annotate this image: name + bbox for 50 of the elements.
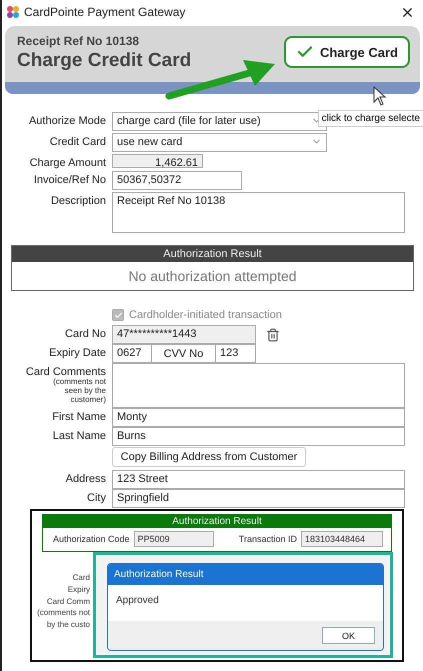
field-label: Card Comm — [46, 598, 90, 606]
trash-icon[interactable] — [266, 328, 280, 342]
window-title: CardPointe Payment Gateway — [24, 5, 186, 19]
field-label: Expiry Date — [48, 346, 106, 359]
auth-code-field: PP5009 — [134, 531, 214, 547]
transaction-id-field: 183103448464 — [301, 531, 383, 547]
field-label: Card No — [64, 327, 106, 340]
field-label: First Name — [51, 410, 106, 423]
card-number-field: 47**********1443 — [112, 325, 256, 344]
input-field[interactable]: 123 — [215, 344, 256, 363]
text-area[interactable]: Receipt Ref No 10138 — [112, 192, 405, 233]
field-label: Address — [64, 472, 106, 485]
receipt-subtitle: Receipt Ref No 10138 — [17, 34, 140, 48]
field-label: Last Name — [52, 429, 106, 442]
dialog-message: Approved — [115, 594, 160, 608]
field-label: Authorize Mode — [28, 114, 106, 127]
cursor-icon — [373, 86, 387, 106]
page-title: Charge Credit Card — [17, 50, 192, 72]
result-message: No authorization attempted — [127, 267, 298, 286]
input-field[interactable]: 123 Street — [112, 470, 405, 489]
result-header: Authorization Result — [12, 246, 413, 262]
field-label: by the custo — [46, 621, 90, 630]
field-label: Description — [50, 194, 106, 207]
field-label: (comments not — [37, 609, 90, 618]
checkbox-label: Cardholder-initiated transaction — [129, 309, 282, 321]
field-label: Invoice/Ref No — [32, 173, 106, 186]
input-field[interactable]: Monty — [112, 408, 405, 427]
dialog-title: Authorization Result — [108, 564, 383, 585]
field-label: Transaction ID — [238, 534, 297, 544]
input-field[interactable]: Springfield — [112, 489, 405, 508]
charge-card-button[interactable]: Charge Card — [284, 36, 410, 68]
logo-icon — [6, 5, 20, 19]
field-label: Card Comments — [24, 365, 106, 378]
tooltip: click to charge selecte — [318, 110, 423, 127]
check-icon — [114, 310, 122, 320]
field-label: Charge Amount — [28, 156, 106, 169]
dropdown-field[interactable]: use new card — [112, 133, 327, 152]
ok-button[interactable]: OK — [322, 627, 375, 644]
field-label: Authorization Code — [53, 534, 130, 544]
copy-address-button[interactable]: Copy Billing Address from Customer — [112, 447, 306, 467]
field-label: City — [86, 491, 106, 504]
input-field[interactable]: 0627 — [112, 344, 152, 363]
amount-field: 1,462.61 — [112, 154, 203, 168]
input-field[interactable]: 50367,50372 — [112, 171, 242, 190]
result-header: Authorization Result — [43, 515, 391, 528]
input-field[interactable]: Burns — [112, 427, 405, 446]
field-label: Expiry — [68, 586, 90, 595]
field-label: Credit Card — [48, 135, 106, 148]
field-note: (comments not seen by the customer) — [52, 378, 106, 404]
field-label: Card — [72, 574, 90, 583]
